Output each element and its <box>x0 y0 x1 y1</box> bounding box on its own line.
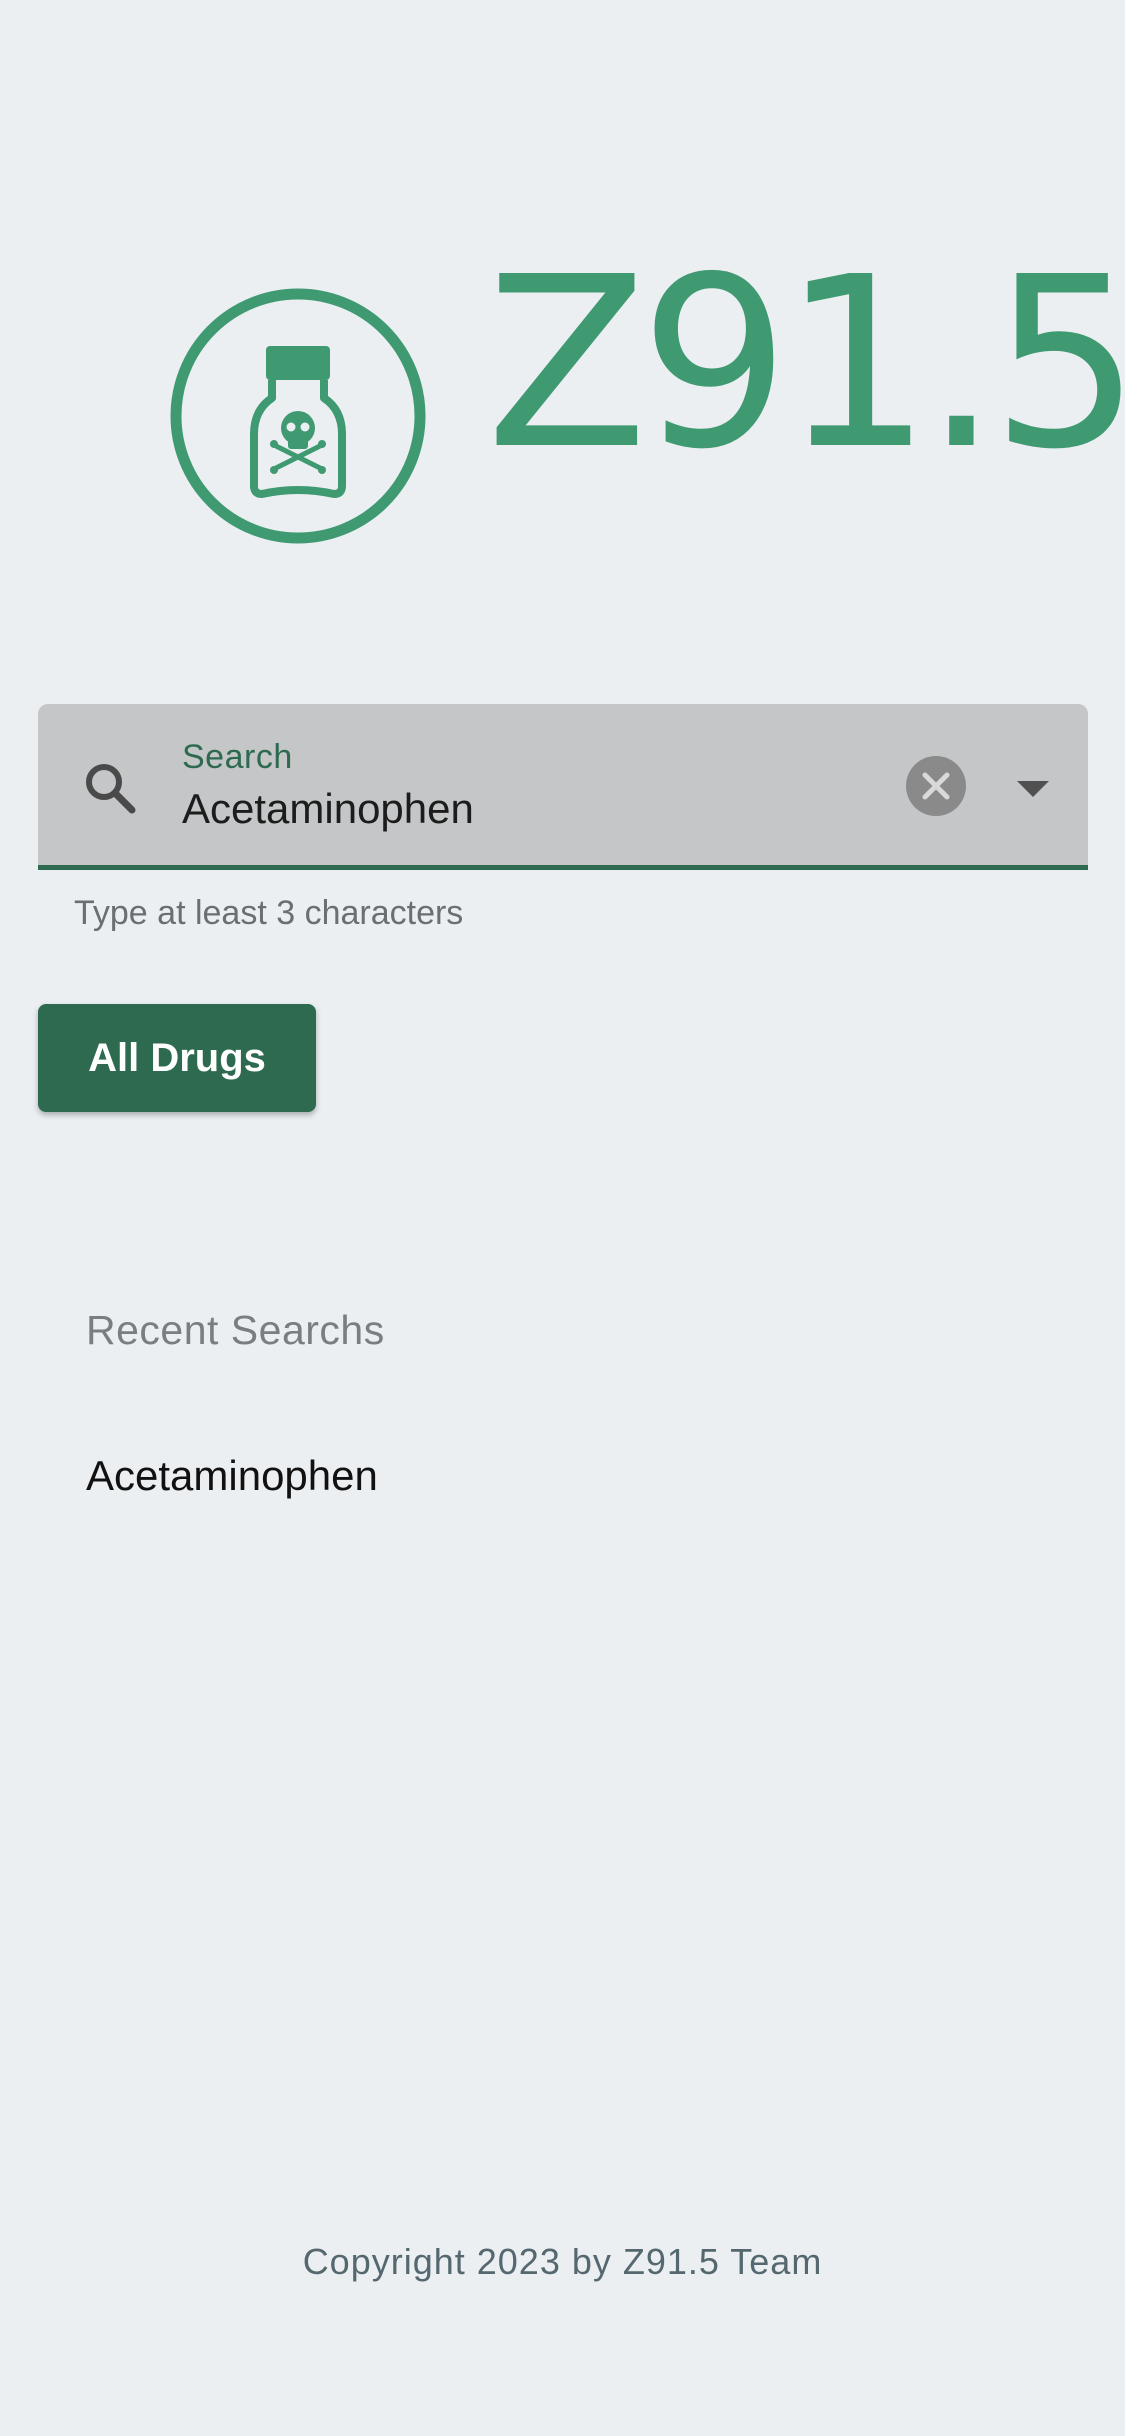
recent-search-item[interactable]: Acetaminophen <box>86 1455 378 1497</box>
footer-copyright: Copyright 2023 by Z91.5 Team <box>302 2241 823 2282</box>
search-input[interactable]: Acetaminophen <box>182 788 474 830</box>
recent-searches-title: Recent Searchs <box>86 1307 385 1353</box>
search-label: Search <box>182 738 293 776</box>
dropdown-button[interactable] <box>1008 764 1058 814</box>
all-drugs-button[interactable]: All Drugs <box>38 1004 316 1112</box>
clear-icon <box>922 772 950 800</box>
poison-bottle-icon <box>170 288 426 544</box>
search-helper-text: Type at least 3 characters <box>74 894 464 932</box>
clear-button[interactable] <box>906 756 966 816</box>
search-icon <box>86 764 136 814</box>
search-field[interactable]: Search Acetaminophen <box>38 704 1088 870</box>
dropdown-arrow-icon <box>1017 781 1049 797</box>
app-logo: Z91.5 <box>168 246 1125 546</box>
app-name: Z91.5 <box>486 226 1125 501</box>
